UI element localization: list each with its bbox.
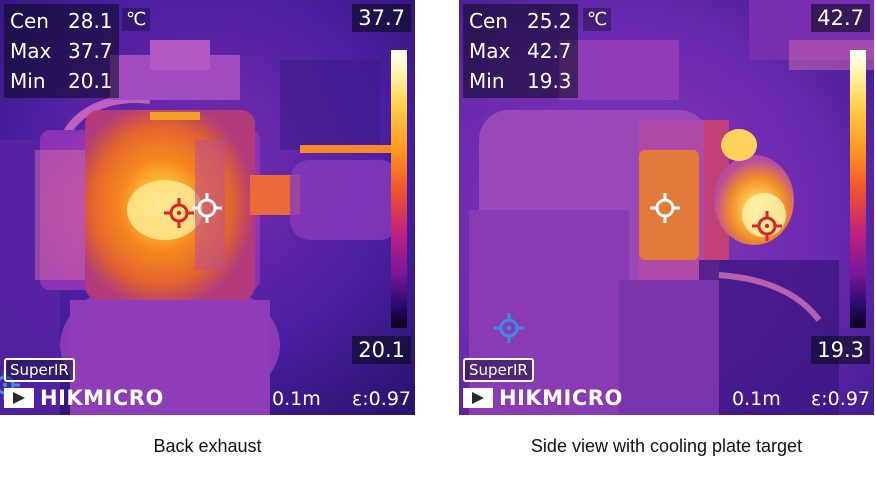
min-temp-crosshair-icon xyxy=(494,313,524,343)
min-value: 19.3 xyxy=(527,69,572,93)
max-value: 37.7 xyxy=(68,39,113,63)
min-label: Min xyxy=(10,69,46,93)
center-crosshair-icon xyxy=(650,193,680,223)
temperature-readout: Cen 28.1 Max 37.7 Min 20.1 xyxy=(4,4,119,98)
hikmicro-logo-icon xyxy=(4,388,34,408)
thermal-image-back: Cen 28.1 Max 37.7 Min 20.1 ℃ 37.7 20.1 Supe… xyxy=(0,0,415,415)
brand-logo: HIKMICRO xyxy=(463,386,623,410)
temperature-readout: Cen 25.2 Max 42.7 Min 19.3 xyxy=(463,4,578,98)
scale-min-label: 20.1 xyxy=(352,336,411,364)
emissivity-label: ε:0.97 xyxy=(811,388,870,410)
caption-side-view: Side view with cooling plate target xyxy=(530,436,803,456)
scale-max-label: 37.7 xyxy=(352,4,411,32)
hikmicro-logo-icon xyxy=(463,388,493,408)
brand-text: HIKMICRO xyxy=(40,386,164,410)
brand-text: HIKMICRO xyxy=(499,386,623,410)
thermal-image-side: Cen 25.2 Max 42.7 Min 19.3 ℃ 42.7 19.3 Supe… xyxy=(459,0,874,415)
cen-label: Cen xyxy=(469,9,508,33)
cen-label: Cen xyxy=(10,9,49,33)
emissivity-label: ε:0.97 xyxy=(352,388,411,410)
max-value: 42.7 xyxy=(527,39,572,63)
min-value: 20.1 xyxy=(68,69,113,93)
max-label: Max xyxy=(469,39,511,63)
color-scale-bar xyxy=(850,50,866,328)
center-crosshair-icon xyxy=(192,193,222,223)
caption-back-exhaust: Back exhaust xyxy=(153,436,262,456)
max-label: Max xyxy=(10,39,52,63)
distance-label: 0.1m xyxy=(272,388,321,410)
unit-label: ℃ xyxy=(122,8,151,31)
unit-label: ℃ xyxy=(583,8,612,31)
cen-value: 25.2 xyxy=(527,9,572,33)
min-label: Min xyxy=(469,69,505,93)
scale-min-label: 19.3 xyxy=(811,336,870,364)
distance-label: 0.1m xyxy=(732,388,781,410)
superir-badge: SuperIR xyxy=(4,358,75,382)
brand-logo: HIKMICRO xyxy=(4,386,164,410)
cen-value: 28.1 xyxy=(68,9,113,33)
max-temp-crosshair-icon xyxy=(752,211,782,241)
scale-max-label: 42.7 xyxy=(811,4,870,32)
color-scale-bar xyxy=(391,50,407,328)
superir-badge: SuperIR xyxy=(463,358,534,382)
